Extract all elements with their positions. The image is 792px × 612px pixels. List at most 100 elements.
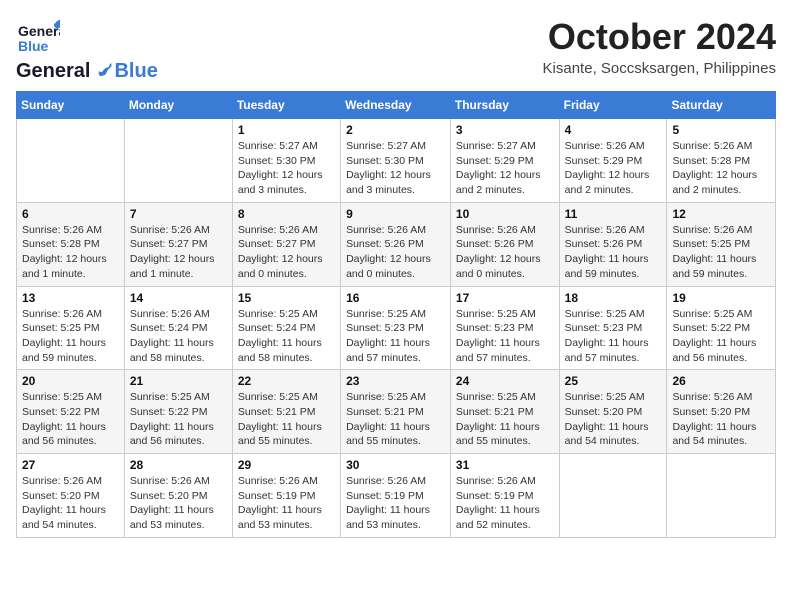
day-number: 8 xyxy=(238,207,335,221)
day-info: Sunrise: 5:25 AM Sunset: 5:22 PM Dayligh… xyxy=(130,390,227,449)
day-info: Sunrise: 5:26 AM Sunset: 5:27 PM Dayligh… xyxy=(238,223,335,282)
day-cell: 31 Sunrise: 5:26 AM Sunset: 5:19 PM Dayli… xyxy=(450,454,559,538)
logo-icon: General Blue xyxy=(16,16,60,60)
month-title: October 2024 xyxy=(543,16,776,58)
day-cell xyxy=(17,119,125,203)
svg-text:Blue: Blue xyxy=(18,38,49,54)
day-info: Sunrise: 5:25 AM Sunset: 5:21 PM Dayligh… xyxy=(238,390,335,449)
logo-blue-text: Blue xyxy=(114,60,157,83)
day-info: Sunrise: 5:27 AM Sunset: 5:30 PM Dayligh… xyxy=(346,139,445,198)
weekday-header-thursday: Thursday xyxy=(450,92,559,119)
day-info: Sunrise: 5:26 AM Sunset: 5:20 PM Dayligh… xyxy=(130,474,227,533)
day-info: Sunrise: 5:26 AM Sunset: 5:19 PM Dayligh… xyxy=(238,474,335,533)
weekday-header-friday: Friday xyxy=(559,92,667,119)
day-info: Sunrise: 5:26 AM Sunset: 5:26 PM Dayligh… xyxy=(456,223,554,282)
day-cell xyxy=(124,119,232,203)
day-cell: 10Sunrise: 5:26 AM Sunset: 5:26 PM Dayli… xyxy=(450,202,559,286)
weekday-header-saturday: Saturday xyxy=(667,92,776,119)
day-info: Sunrise: 5:25 AM Sunset: 5:22 PM Dayligh… xyxy=(672,307,770,366)
day-cell: 28Sunrise: 5:26 AM Sunset: 5:20 PM Dayli… xyxy=(124,454,232,538)
day-number: 22 xyxy=(238,374,335,388)
day-number: 6 xyxy=(22,207,119,221)
day-info: Sunrise: 5:25 AM Sunset: 5:23 PM Dayligh… xyxy=(346,307,445,366)
day-cell: 14 Sunrise: 5:26 AM Sunset: 5:24 PM Dayli… xyxy=(124,286,232,370)
day-cell: 29Sunrise: 5:26 AM Sunset: 5:19 PM Dayli… xyxy=(232,454,340,538)
day-info: Sunrise: 5:26 AM Sunset: 5:19 PM Dayligh… xyxy=(346,474,445,533)
day-info: Sunrise: 5:25 AM Sunset: 5:21 PM Dayligh… xyxy=(456,390,554,449)
day-number: 1 xyxy=(238,123,335,137)
day-cell: 1 Sunrise: 5:27 AM Sunset: 5:30 PM Daylig… xyxy=(232,119,340,203)
day-cell: 22 Sunrise: 5:25 AM Sunset: 5:21 PM Dayli… xyxy=(232,370,340,454)
day-cell: 4Sunrise: 5:26 AM Sunset: 5:29 PM Daylig… xyxy=(559,119,667,203)
day-number: 4 xyxy=(565,123,662,137)
day-cell: 30 Sunrise: 5:26 AM Sunset: 5:19 PM Dayli… xyxy=(341,454,451,538)
day-info: Sunrise: 5:25 AM Sunset: 5:21 PM Dayligh… xyxy=(346,390,445,449)
day-info: Sunrise: 5:26 AM Sunset: 5:20 PM Dayligh… xyxy=(22,474,119,533)
day-cell: 9Sunrise: 5:26 AM Sunset: 5:26 PM Daylig… xyxy=(341,202,451,286)
day-cell: 19 Sunrise: 5:25 AM Sunset: 5:22 PM Dayli… xyxy=(667,286,776,370)
day-number: 27 xyxy=(22,458,119,472)
day-info: Sunrise: 5:26 AM Sunset: 5:28 PM Dayligh… xyxy=(22,223,119,282)
day-info: Sunrise: 5:25 AM Sunset: 5:22 PM Dayligh… xyxy=(22,390,119,449)
day-info: Sunrise: 5:26 AM Sunset: 5:28 PM Dayligh… xyxy=(672,139,770,198)
weekday-header-tuesday: Tuesday xyxy=(232,92,340,119)
day-info: Sunrise: 5:25 AM Sunset: 5:24 PM Dayligh… xyxy=(238,307,335,366)
day-info: Sunrise: 5:26 AM Sunset: 5:25 PM Dayligh… xyxy=(22,307,119,366)
day-cell: 23 Sunrise: 5:25 AM Sunset: 5:21 PM Dayli… xyxy=(341,370,451,454)
day-number: 11 xyxy=(565,207,662,221)
logo-bird-icon xyxy=(92,62,112,82)
day-number: 13 xyxy=(22,291,119,305)
day-info: Sunrise: 5:26 AM Sunset: 5:26 PM Dayligh… xyxy=(565,223,662,282)
day-info: Sunrise: 5:26 AM Sunset: 5:25 PM Dayligh… xyxy=(672,223,770,282)
day-number: 15 xyxy=(238,291,335,305)
day-number: 20 xyxy=(22,374,119,388)
day-cell: 6 Sunrise: 5:26 AM Sunset: 5:28 PM Daylig… xyxy=(17,202,125,286)
day-number: 5 xyxy=(672,123,770,137)
day-info: Sunrise: 5:26 AM Sunset: 5:24 PM Dayligh… xyxy=(130,307,227,366)
day-number: 26 xyxy=(672,374,770,388)
day-cell: 11 Sunrise: 5:26 AM Sunset: 5:26 PM Dayli… xyxy=(559,202,667,286)
svg-text:General: General xyxy=(18,23,60,39)
day-number: 31 xyxy=(456,458,554,472)
weekday-header-wednesday: Wednesday xyxy=(341,92,451,119)
day-number: 12 xyxy=(672,207,770,221)
day-info: Sunrise: 5:25 AM Sunset: 5:23 PM Dayligh… xyxy=(456,307,554,366)
day-info: Sunrise: 5:26 AM Sunset: 5:19 PM Dayligh… xyxy=(456,474,554,533)
day-cell: 13 Sunrise: 5:26 AM Sunset: 5:25 PM Dayli… xyxy=(17,286,125,370)
page-header: General Blue General Blue October 2024 K… xyxy=(16,16,776,83)
weekday-header-row: SundayMondayTuesdayWednesdayThursdayFrid… xyxy=(17,92,776,119)
week-row-4: 20 Sunrise: 5:25 AM Sunset: 5:22 PM Dayli… xyxy=(17,370,776,454)
day-number: 25 xyxy=(565,374,662,388)
day-info: Sunrise: 5:26 AM Sunset: 5:20 PM Dayligh… xyxy=(672,390,770,449)
week-row-3: 13 Sunrise: 5:26 AM Sunset: 5:25 PM Dayli… xyxy=(17,286,776,370)
day-cell: 3Sunrise: 5:27 AM Sunset: 5:29 PM Daylig… xyxy=(450,119,559,203)
day-cell: 7Sunrise: 5:26 AM Sunset: 5:27 PM Daylig… xyxy=(124,202,232,286)
location: Kisante, Soccsksargen, Philippines xyxy=(543,60,776,77)
day-number: 14 xyxy=(130,291,227,305)
day-cell: 18Sunrise: 5:25 AM Sunset: 5:23 PM Dayli… xyxy=(559,286,667,370)
day-cell: 12 Sunrise: 5:26 AM Sunset: 5:25 PM Dayli… xyxy=(667,202,776,286)
day-cell: 26 Sunrise: 5:26 AM Sunset: 5:20 PM Dayli… xyxy=(667,370,776,454)
week-row-1: 1 Sunrise: 5:27 AM Sunset: 5:30 PM Daylig… xyxy=(17,119,776,203)
logo: General Blue General Blue xyxy=(16,16,158,83)
day-cell: 15 Sunrise: 5:25 AM Sunset: 5:24 PM Dayli… xyxy=(232,286,340,370)
day-number: 16 xyxy=(346,291,445,305)
day-cell: 24 Sunrise: 5:25 AM Sunset: 5:21 PM Dayli… xyxy=(450,370,559,454)
week-row-5: 27 Sunrise: 5:26 AM Sunset: 5:20 PM Dayli… xyxy=(17,454,776,538)
day-cell: 25Sunrise: 5:25 AM Sunset: 5:20 PM Dayli… xyxy=(559,370,667,454)
day-info: Sunrise: 5:27 AM Sunset: 5:29 PM Dayligh… xyxy=(456,139,554,198)
day-cell: 17 Sunrise: 5:25 AM Sunset: 5:23 PM Dayli… xyxy=(450,286,559,370)
day-number: 18 xyxy=(565,291,662,305)
day-number: 19 xyxy=(672,291,770,305)
day-number: 17 xyxy=(456,291,554,305)
day-info: Sunrise: 5:27 AM Sunset: 5:30 PM Dayligh… xyxy=(238,139,335,198)
day-cell: 16 Sunrise: 5:25 AM Sunset: 5:23 PM Dayli… xyxy=(341,286,451,370)
day-cell: 2Sunrise: 5:27 AM Sunset: 5:30 PM Daylig… xyxy=(341,119,451,203)
day-cell: 5 Sunrise: 5:26 AM Sunset: 5:28 PM Daylig… xyxy=(667,119,776,203)
day-cell: 21Sunrise: 5:25 AM Sunset: 5:22 PM Dayli… xyxy=(124,370,232,454)
day-number: 23 xyxy=(346,374,445,388)
day-number: 30 xyxy=(346,458,445,472)
calendar-table: SundayMondayTuesdayWednesdayThursdayFrid… xyxy=(16,91,776,538)
day-info: Sunrise: 5:26 AM Sunset: 5:27 PM Dayligh… xyxy=(130,223,227,282)
day-number: 24 xyxy=(456,374,554,388)
